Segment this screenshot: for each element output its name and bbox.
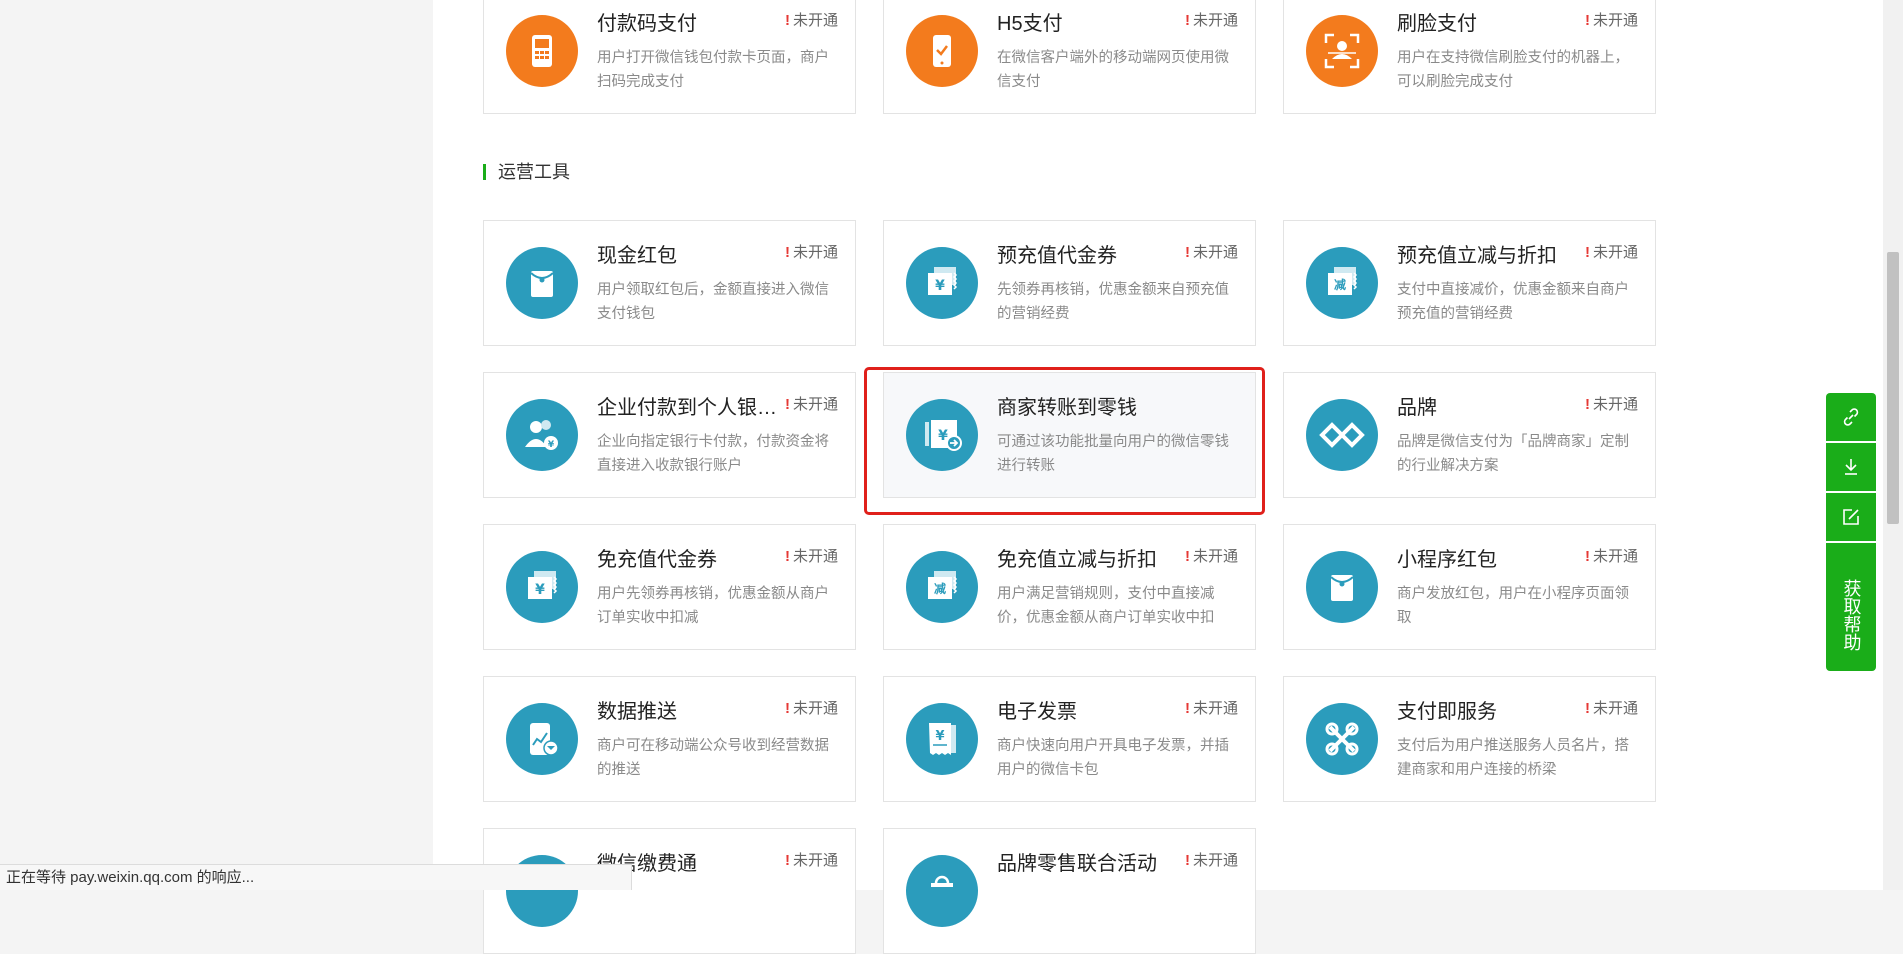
shopping-bag-icon bbox=[906, 855, 978, 927]
status-badge: ! 未开通 bbox=[1584, 244, 1638, 261]
page-scrollbar[interactable] bbox=[1883, 0, 1903, 890]
voucher-yen-icon: ¥ bbox=[506, 551, 578, 623]
left-gutter bbox=[0, 0, 433, 890]
card-description: 用户打开微信钱包付款卡页面，商户扫码完成支付 bbox=[597, 50, 829, 90]
card-description: 用户先领券再核销，优惠金额从商户订单实收中扣减 bbox=[597, 586, 829, 626]
download-icon bbox=[1845, 459, 1857, 475]
status-badge: ! 未开通 bbox=[784, 244, 838, 261]
card-title: 商家转账到零钱 bbox=[997, 397, 1137, 419]
card-description: 在微信客户端外的移动端网页使用微信支付 bbox=[997, 50, 1229, 90]
get-help-button[interactable]: 获取帮助 bbox=[1826, 543, 1876, 671]
tool-card-pay-service[interactable]: 支付即服务 ! 未开通 支付后为用户推送服务人员名片，搭建商家和用户连接的桥梁 bbox=[1283, 676, 1656, 802]
card-title: 数据推送 bbox=[597, 701, 677, 723]
people-payment-icon: ¥ bbox=[506, 399, 578, 471]
card-title: 企业付款到个人银行卡 bbox=[597, 397, 777, 419]
card-description: 商户快速向用户开具电子发票，并插用户的微信卡包 bbox=[997, 738, 1229, 778]
product-card-payment-code[interactable]: 付款码支付 ! 未开通 用户打开微信钱包付款卡页面，商户扫码完成支付 bbox=[483, 0, 856, 114]
card-title: 刷脸支付 bbox=[1397, 13, 1477, 35]
status-badge: ! 未开通 bbox=[784, 700, 838, 717]
brand-diamond-icon bbox=[1306, 399, 1378, 471]
service-link-icon bbox=[1306, 703, 1378, 775]
card-description: 品牌是微信支付为「品牌商家」定制的行业解决方案 bbox=[1397, 434, 1629, 474]
card-description: 商户可在移动端公众号收到经营数据的推送 bbox=[597, 738, 829, 778]
status-badge: ! 未开通 bbox=[784, 396, 838, 413]
status-badge: ! 未开通 bbox=[1584, 548, 1638, 565]
card-description: 用户领取红包后，金额直接进入微信支付钱包 bbox=[597, 282, 829, 322]
invoice-icon: ¥ bbox=[906, 703, 978, 775]
discount-ticket-icon: 减 bbox=[906, 551, 978, 623]
product-card-h5-pay[interactable]: H5支付 ! 未开通 在微信客户端外的移动端网页使用微信支付 bbox=[883, 0, 1256, 114]
status-badge: ! 未开通 bbox=[1584, 396, 1638, 413]
card-title: 小程序红包 bbox=[1397, 549, 1497, 571]
browser-status-bar: 正在等待 pay.weixin.qq.com 的响应... bbox=[0, 864, 632, 890]
card-description: 支付后为用户推送服务人员名片，搭建商家和用户连接的桥梁 bbox=[1397, 738, 1629, 778]
status-badge: ! 未开通 bbox=[1584, 700, 1638, 717]
status-badge: ! 未开通 bbox=[784, 852, 838, 869]
card-description: 用户满足营销规则，支付中直接减价，优惠金额从商户订单实收中扣 bbox=[997, 586, 1215, 626]
svg-text:减: 减 bbox=[934, 581, 946, 596]
floating-toolbar: 获取帮助 bbox=[1826, 393, 1876, 671]
download-button[interactable] bbox=[1826, 443, 1876, 491]
phone-chart-icon bbox=[506, 703, 578, 775]
tool-card-wechat-fee[interactable]: 微信缴费通 ! 未开通 bbox=[483, 828, 856, 954]
status-badge: ! 未开通 bbox=[784, 548, 838, 565]
svg-text:¥: ¥ bbox=[535, 582, 545, 598]
tool-card-prepaid-voucher[interactable]: ¥ 预充值代金券 ! 未开通 先领券再核销，优惠金额来自预充值的营销经费 bbox=[883, 220, 1256, 346]
card-title: 品牌零售联合活动 bbox=[997, 853, 1157, 875]
card-title: 电子发票 bbox=[997, 701, 1077, 723]
tool-card-e-invoice[interactable]: ¥ 电子发票 ! 未开通 商户快速向用户开具电子发票，并插用户的微信卡包 bbox=[883, 676, 1256, 802]
svg-text:¥: ¥ bbox=[935, 278, 945, 294]
status-badge: ! 未开通 bbox=[1184, 548, 1238, 565]
mobile-check-icon bbox=[906, 15, 978, 87]
card-title: H5支付 bbox=[997, 13, 1063, 35]
status-badge: ! 未开通 bbox=[1184, 852, 1238, 869]
svg-text:减: 减 bbox=[1334, 277, 1346, 292]
card-title: 现金红包 bbox=[597, 245, 677, 267]
status-badge: ! 未开通 bbox=[1584, 12, 1638, 29]
red-envelope-icon bbox=[506, 247, 578, 319]
tool-card-brand[interactable]: 品牌 ! 未开通 品牌是微信支付为「品牌商家」定制的行业解决方案 bbox=[1283, 372, 1656, 498]
card-description: 支付中直接减价，优惠金额来自商户预充值的营销经费 bbox=[1397, 282, 1629, 322]
card-title: 免充值立减与折扣 bbox=[997, 549, 1157, 571]
tool-card-brand-retail-campaign[interactable]: 品牌零售联合活动 ! 未开通 bbox=[883, 828, 1256, 954]
status-badge: ! 未开通 bbox=[784, 12, 838, 29]
edit-button[interactable] bbox=[1826, 493, 1876, 541]
svg-text:¥: ¥ bbox=[548, 440, 555, 450]
link-button[interactable] bbox=[1826, 393, 1876, 441]
voucher-yen-icon: ¥ bbox=[906, 247, 978, 319]
status-badge: ! 未开通 bbox=[1184, 700, 1238, 717]
tool-card-cash-red-packet[interactable]: 现金红包 ! 未开通 用户领取红包后，金额直接进入微信支付钱包 bbox=[483, 220, 856, 346]
status-badge: ! 未开通 bbox=[1184, 244, 1238, 261]
card-title: 付款码支付 bbox=[597, 13, 697, 35]
tool-card-enterprise-bank-payment[interactable]: ¥ 企业付款到个人银行卡 ! 未开通 企业向指定银行卡付款，付款资金将直接进入收款… bbox=[483, 372, 856, 498]
tool-card-mini-program-red-packet[interactable]: 小程序红包 ! 未开通 商户发放红包，用户在小程序页面领取 bbox=[1283, 524, 1656, 650]
svg-text:¥: ¥ bbox=[935, 729, 944, 744]
tool-card-prepaid-discount[interactable]: 减 预充值立减与折扣 ! 未开通 支付中直接减价，优惠金额来自商户预充值的营销经费 bbox=[1283, 220, 1656, 346]
tool-card-free-voucher[interactable]: ¥ 免充值代金券 ! 未开通 用户先领券再核销，优惠金额从商户订单实收中扣减 bbox=[483, 524, 856, 650]
card-description: 可通过该功能批量向用户的微信零钱进行转账 bbox=[997, 434, 1229, 474]
status-badge: ! 未开通 bbox=[1184, 12, 1238, 29]
tool-card-free-discount[interactable]: 减 免充值立减与折扣 ! 未开通 用户满足营销规则，支付中直接减价，优惠金额从商户… bbox=[883, 524, 1256, 650]
scrollbar-thumb[interactable] bbox=[1887, 252, 1899, 524]
payment-code-terminal-icon bbox=[506, 15, 578, 87]
section-title: 运营工具 bbox=[483, 160, 570, 184]
card-title: 预充值代金券 bbox=[997, 245, 1117, 267]
transfer-yen-icon: ¥ bbox=[906, 399, 978, 471]
card-description: 企业向指定银行卡付款，付款资金将直接进入收款银行账户 bbox=[597, 434, 829, 474]
discount-ticket-icon: 减 bbox=[1306, 247, 1378, 319]
edit-icon bbox=[1843, 509, 1859, 525]
card-title: 预充值立减与折扣 bbox=[1397, 245, 1557, 267]
link-icon bbox=[1843, 408, 1859, 426]
card-description: 商户发放红包，用户在小程序页面领取 bbox=[1397, 586, 1629, 626]
product-card-face-pay[interactable]: 刷脸支付 ! 未开通 用户在支持微信刷脸支付的机器上，可以刷脸完成支付 bbox=[1283, 0, 1656, 114]
red-envelope-icon bbox=[1306, 551, 1378, 623]
card-description: 用户在支持微信刷脸支付的机器上，可以刷脸完成支付 bbox=[1397, 50, 1629, 90]
face-scan-icon bbox=[1306, 15, 1378, 87]
tool-card-data-push[interactable]: 数据推送 ! 未开通 商户可在移动端公众号收到经营数据的推送 bbox=[483, 676, 856, 802]
card-title: 免充值代金券 bbox=[597, 549, 717, 571]
tool-card-merchant-transfer[interactable]: ¥ 商家转账到零钱 可通过该功能批量向用户的微信零钱进行转账 bbox=[883, 372, 1256, 498]
card-title: 品牌 bbox=[1397, 397, 1437, 419]
card-title: 支付即服务 bbox=[1397, 701, 1497, 723]
card-description: 先领券再核销，优惠金额来自预充值的营销经费 bbox=[997, 282, 1229, 322]
